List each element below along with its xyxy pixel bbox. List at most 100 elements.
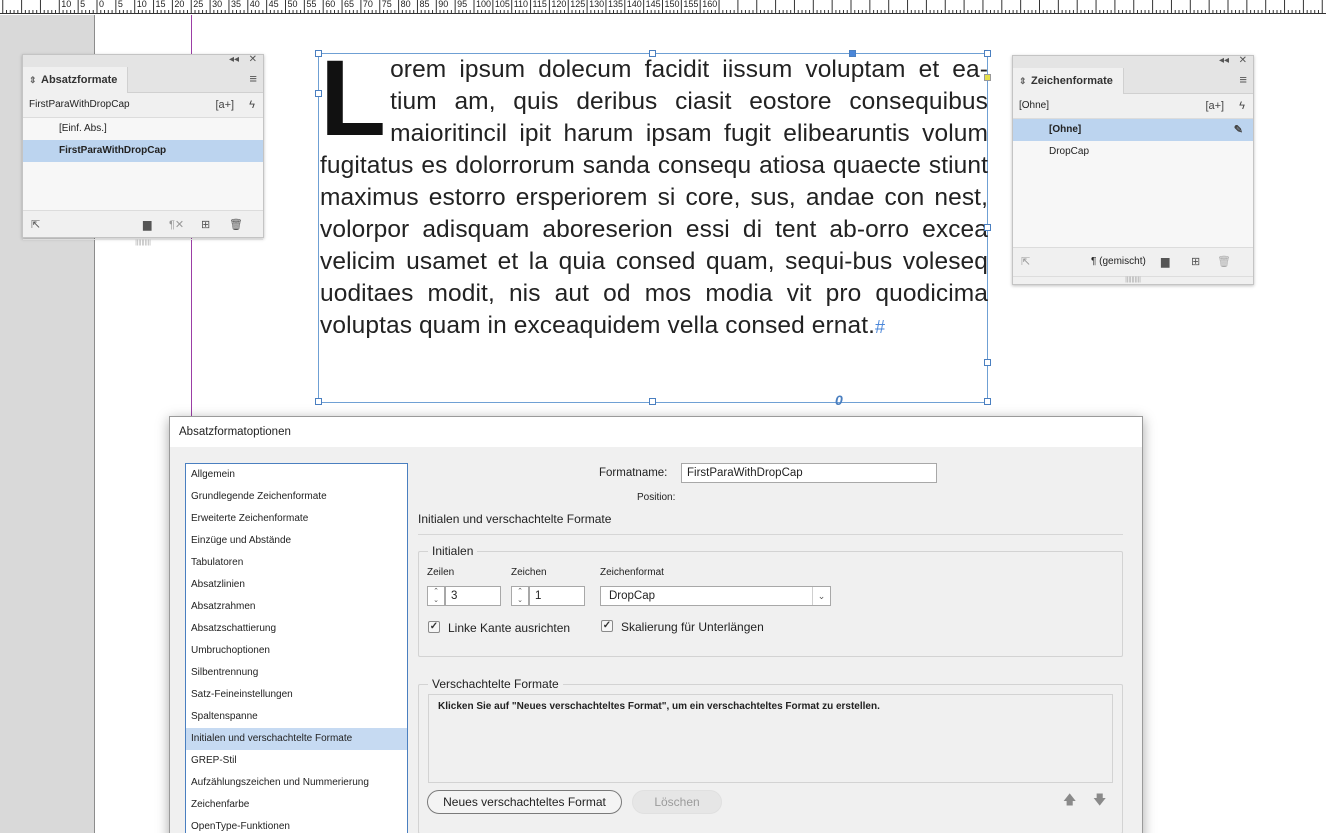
frame-handle-tr[interactable] — [984, 50, 991, 57]
collapse-icon[interactable]: ◂◂ — [1219, 55, 1229, 67]
lines-input[interactable]: 3 — [445, 586, 501, 606]
new-from-selection-icon[interactable]: [a+] — [215, 99, 234, 111]
category-item[interactable]: GREP-Stil — [186, 750, 407, 772]
current-style-row: FirstParaWithDropCap [a+] ϟ — [23, 93, 263, 117]
lightning-icon[interactable]: ϟ — [1239, 100, 1245, 112]
charstyle-select[interactable]: DropCap ⌄ — [600, 586, 831, 606]
category-item[interactable]: Absatzlinien — [186, 574, 407, 596]
panel-topbar: ◂◂ ✕ — [23, 54, 263, 67]
scale-descenders-checkbox[interactable]: ✓ — [601, 620, 613, 632]
style-list: [Einf. Abs.] FirstParaWithDropCap — [23, 117, 263, 211]
nested-styles-list[interactable]: Klicken Sie auf "Neues verschachteltes F… — [428, 694, 1113, 783]
resize-grip[interactable]: |||||||||| — [1013, 276, 1253, 283]
load-styles-icon[interactable]: ⇱ — [1021, 255, 1030, 268]
new-from-selection-icon[interactable]: [a+] — [1205, 100, 1224, 112]
frame-handle-mr2[interactable] — [984, 359, 991, 366]
category-item[interactable]: Satz-Feineinstellungen — [186, 684, 407, 706]
panel-topbar: ◂◂ ✕ — [1013, 55, 1253, 68]
delete-button[interactable]: Löschen — [632, 790, 722, 814]
list-item[interactable]: [Einf. Abs.] — [23, 118, 263, 140]
ruler-label: 155 — [683, 0, 699, 9]
move-down-icon[interactable]: 🡇 — [1093, 791, 1106, 813]
category-item[interactable]: Allgemein — [186, 464, 407, 486]
align-left-label[interactable]: Linke Kante ausrichten — [448, 621, 570, 635]
current-style-label: [Ohne] — [1019, 100, 1050, 111]
trash-icon[interactable]: 🗑 — [229, 218, 243, 231]
category-item[interactable]: Zeichenfarbe — [186, 794, 407, 816]
ruler-label: 20 — [174, 0, 185, 9]
frame-handle-in-port[interactable] — [849, 50, 856, 57]
list-item-selected[interactable]: [Ohne] ✎ — [1013, 119, 1253, 141]
frame-handle-ml[interactable] — [315, 90, 322, 97]
new-nested-style-button[interactable]: Neues verschachteltes Format — [427, 790, 622, 814]
category-item[interactable]: Initialen und verschachtelte Formate — [186, 728, 407, 750]
align-left-checkbox[interactable]: ✓ — [428, 621, 440, 633]
new-style-icon[interactable]: ⊞ — [201, 218, 210, 231]
ruler-label: 130 — [589, 0, 605, 9]
clear-overrides-icon[interactable]: ¶✕ — [169, 218, 184, 231]
frame-handle-bm[interactable] — [649, 398, 656, 405]
text-frame[interactable]: Lorem ipsum dolecum facidit iissum volup… — [315, 37, 991, 408]
ruler-label: 100 — [476, 0, 492, 9]
folder-icon[interactable]: ▆ — [1161, 255, 1169, 268]
drop-cap-letter: L — [320, 37, 387, 158]
category-item[interactable]: Grundlegende Zeichenformate — [186, 486, 407, 508]
chars-input[interactable]: 1 — [529, 586, 585, 606]
list-item-selected[interactable]: FirstParaWithDropCap — [23, 140, 263, 162]
end-of-story-mark: # — [875, 317, 886, 337]
frame-text[interactable]: Lorem ipsum dolecum facidit iissum volup… — [320, 37, 988, 343]
close-icon[interactable]: ✕ — [249, 54, 257, 66]
load-styles-icon[interactable]: ⇱ — [31, 218, 40, 231]
category-item[interactable]: Spaltenspanne — [186, 706, 407, 728]
move-up-icon[interactable]: 🡅 — [1063, 791, 1076, 813]
category-list[interactable]: Allgemein Grundlegende Zeichenformate Erwe… — [185, 463, 408, 833]
category-item[interactable]: Aufzählungszeichen und Nummerierung — [186, 772, 407, 794]
nested-hint: Klicken Sie auf "Neues verschachteltes F… — [438, 701, 880, 712]
ruler-label: 145 — [645, 0, 661, 9]
list-item-label: FirstParaWithDropCap — [59, 145, 167, 156]
scale-descenders-label[interactable]: Skalierung für Unterlängen — [621, 620, 764, 634]
chevron-down-icon[interactable]: ⌄ — [812, 587, 830, 605]
format-name-input[interactable]: FirstParaWithDropCap — [681, 463, 937, 483]
mixed-style-label: ¶ (gemischt) — [1091, 256, 1146, 267]
charstyle-value: DropCap — [609, 590, 656, 602]
category-item[interactable]: Einzüge und Abstände — [186, 530, 407, 552]
overset-indicator[interactable]: 0 — [835, 392, 843, 408]
panel-tab-character-styles[interactable]: ⇕ Zeichenformate — [1013, 68, 1124, 94]
list-item[interactable]: DropCap — [1013, 141, 1253, 163]
panel-tab-paragraph-styles[interactable]: ⇕ Absatzformate — [23, 67, 129, 93]
collapse-icon[interactable]: ◂◂ — [229, 54, 239, 66]
category-item[interactable]: Erweiterte Zeichenformate — [186, 508, 407, 530]
category-item[interactable]: Silbentrennung — [186, 662, 407, 684]
panel-menu-icon[interactable]: ≡ — [249, 72, 257, 85]
paragraph-style-options-dialog: Absatzformatoptionen Allgemein Grundlegen… — [169, 416, 1143, 833]
frame-handle-br[interactable] — [984, 398, 991, 405]
category-item[interactable]: Tabulatoren — [186, 552, 407, 574]
folder-icon[interactable]: ▆ — [143, 218, 151, 231]
trash-icon[interactable]: 🗑 — [1217, 255, 1231, 268]
position-label: Position: — [637, 492, 676, 503]
ruler-label: 150 — [664, 0, 680, 9]
ruler-label: 5 — [80, 0, 86, 9]
resize-grip[interactable]: |||||||||| — [23, 239, 263, 246]
chars-stepper[interactable]: ⌃ ⌄ — [511, 586, 529, 606]
category-item[interactable]: Absatzschattierung — [186, 618, 407, 640]
panel-menu-icon[interactable]: ≡ — [1239, 73, 1247, 86]
close-icon[interactable]: ✕ — [1239, 55, 1247, 67]
frame-handle-tm[interactable] — [649, 50, 656, 57]
category-item[interactable]: OpenType-Funktionen — [186, 816, 407, 833]
frame-handle-tl[interactable] — [315, 50, 322, 57]
new-style-icon[interactable]: ⊞ — [1191, 255, 1200, 268]
corner-options-handle[interactable] — [984, 74, 991, 81]
horizontal-ruler[interactable]: 10 5 0 5 10 15 20 25 30 35 40 45 50 55 60 65 70 75 80 85 90 9… — [0, 0, 1326, 14]
lightning-icon[interactable]: ϟ — [249, 99, 255, 111]
lines-stepper[interactable]: ⌃ ⌄ — [427, 586, 445, 606]
ruler-label: 10 — [136, 0, 147, 9]
ruler-label: 25 — [193, 0, 204, 9]
frame-handle-bl[interactable] — [315, 398, 322, 405]
category-item[interactable]: Absatzrahmen — [186, 596, 407, 618]
frame-handle-mr[interactable] — [984, 224, 991, 231]
ruler-label: 45 — [268, 0, 279, 9]
category-item[interactable]: Umbruchoptionen — [186, 640, 407, 662]
character-styles-panel: ◂◂ ✕ ⇕ Zeichenformate ≡ [Ohne] [a+] ϟ [O… — [1012, 55, 1254, 285]
